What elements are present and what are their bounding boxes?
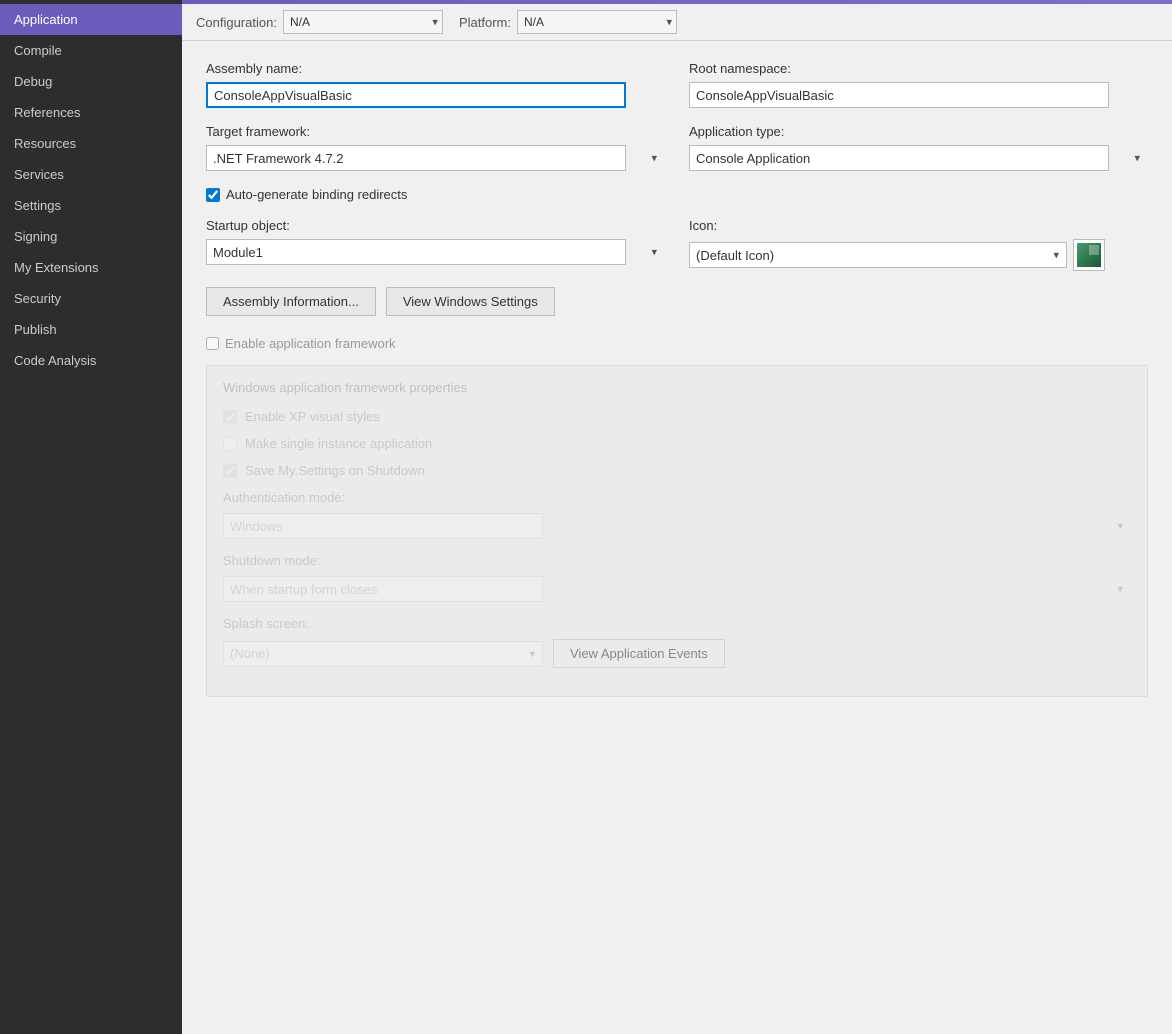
main-panel: Configuration: N/A Platform: N/A Assembl… bbox=[182, 0, 1172, 1034]
auth-mode-label: Authentication mode: bbox=[223, 490, 1131, 505]
sidebar-item-services[interactable]: Services bbox=[0, 159, 182, 190]
auth-mode-select[interactable]: Windows bbox=[223, 513, 543, 539]
view-windows-settings-button[interactable]: View Windows Settings bbox=[386, 287, 555, 316]
startup-object-select-wrapper: Module1 bbox=[206, 239, 665, 265]
application-type-group: Application type: Console Application bbox=[689, 124, 1148, 171]
platform-select[interactable]: N/A bbox=[517, 10, 677, 34]
platform-label: Platform: bbox=[459, 15, 511, 30]
single-instance-label: Make single instance application bbox=[245, 436, 432, 451]
view-application-events-button[interactable]: View Application Events bbox=[553, 639, 725, 668]
startup-object-group: Startup object: Module1 bbox=[206, 218, 665, 265]
framework-section: Windows application framework properties… bbox=[206, 365, 1148, 697]
sidebar-item-debug[interactable]: Debug bbox=[0, 66, 182, 97]
sidebar-item-application[interactable]: Application bbox=[0, 4, 182, 35]
sidebar: Application Compile Debug References Res… bbox=[0, 0, 182, 1034]
assembly-name-label: Assembly name: bbox=[206, 61, 665, 76]
auto-generate-checkbox[interactable] bbox=[206, 188, 220, 202]
splash-row: (None) View Application Events bbox=[223, 639, 1131, 668]
application-type-select-wrapper: Console Application bbox=[689, 145, 1148, 171]
application-type-select[interactable]: Console Application bbox=[689, 145, 1109, 171]
sidebar-item-my-extensions[interactable]: My Extensions bbox=[0, 252, 182, 283]
enable-framework-checkbox[interactable] bbox=[206, 337, 219, 350]
target-framework-select-wrapper: .NET Framework 4.7.2 bbox=[206, 145, 665, 171]
auth-mode-select-wrapper: Windows bbox=[223, 513, 1131, 539]
configuration-select[interactable]: N/A bbox=[283, 10, 443, 34]
splash-screen-label: Splash screen: bbox=[223, 616, 1131, 631]
auto-generate-label: Auto-generate binding redirects bbox=[226, 187, 407, 202]
enable-framework-label: Enable application framework bbox=[225, 336, 396, 351]
sidebar-item-resources[interactable]: Resources bbox=[0, 128, 182, 159]
save-settings-row: Save My.Settings on Shutdown bbox=[223, 463, 1131, 478]
framework-section-title: Windows application framework properties bbox=[223, 380, 1131, 395]
configuration-label: Configuration: bbox=[196, 15, 277, 30]
assembly-information-button[interactable]: Assembly Information... bbox=[206, 287, 376, 316]
icon-group: Icon: (Default Icon) bbox=[689, 218, 1148, 271]
icon-label: Icon: bbox=[689, 218, 1148, 233]
sidebar-item-code-analysis[interactable]: Code Analysis bbox=[0, 345, 182, 376]
save-settings-label: Save My.Settings on Shutdown bbox=[245, 463, 425, 478]
content-area: Assembly name: Root namespace: Target fr… bbox=[182, 41, 1172, 1034]
auth-mode-group: Authentication mode: Windows bbox=[223, 490, 1131, 539]
assembly-name-group: Assembly name: bbox=[206, 61, 665, 108]
sidebar-item-publish[interactable]: Publish bbox=[0, 314, 182, 345]
buttons-row: Assembly Information... View Windows Set… bbox=[206, 287, 1148, 316]
root-namespace-input[interactable] bbox=[689, 82, 1109, 108]
root-namespace-group: Root namespace: bbox=[689, 61, 1148, 108]
auto-generate-row: Auto-generate binding redirects bbox=[206, 187, 1148, 202]
startup-icon-row: Startup object: Module1 Icon: (Default I… bbox=[206, 218, 1148, 271]
shutdown-mode-select[interactable]: When startup form closes bbox=[223, 576, 543, 602]
platform-group: Platform: N/A bbox=[459, 10, 677, 34]
target-framework-group: Target framework: .NET Framework 4.7.2 bbox=[206, 124, 665, 171]
sidebar-item-compile[interactable]: Compile bbox=[0, 35, 182, 66]
save-settings-checkbox[interactable] bbox=[223, 464, 237, 478]
shutdown-mode-group: Shutdown mode: When startup form closes bbox=[223, 553, 1131, 602]
splash-screen-group: Splash screen: (None) View Application E… bbox=[223, 616, 1131, 668]
sidebar-item-references[interactable]: References bbox=[0, 97, 182, 128]
configuration-group: Configuration: N/A bbox=[196, 10, 443, 34]
splash-select-wrapper: (None) bbox=[223, 641, 543, 667]
assembly-namespace-row: Assembly name: Root namespace: bbox=[206, 61, 1148, 108]
icon-select-wrapper: (Default Icon) bbox=[689, 242, 1067, 268]
top-bar: Configuration: N/A Platform: N/A bbox=[182, 4, 1172, 41]
root-namespace-label: Root namespace: bbox=[689, 61, 1148, 76]
sidebar-item-security[interactable]: Security bbox=[0, 283, 182, 314]
enable-framework-row: Enable application framework bbox=[206, 336, 1148, 351]
platform-select-wrapper: N/A bbox=[517, 10, 677, 34]
assembly-name-input[interactable] bbox=[206, 82, 626, 108]
startup-object-label: Startup object: bbox=[206, 218, 665, 233]
startup-object-select[interactable]: Module1 bbox=[206, 239, 626, 265]
icon-preview bbox=[1073, 239, 1105, 271]
application-type-label: Application type: bbox=[689, 124, 1148, 139]
splash-screen-select[interactable]: (None) bbox=[223, 641, 543, 667]
single-instance-checkbox[interactable] bbox=[223, 437, 237, 451]
icon-select[interactable]: (Default Icon) bbox=[689, 242, 1067, 268]
xp-styles-checkbox[interactable] bbox=[223, 410, 237, 424]
configuration-select-wrapper: N/A bbox=[283, 10, 443, 34]
icon-inner bbox=[1077, 243, 1101, 267]
shutdown-mode-label: Shutdown mode: bbox=[223, 553, 1131, 568]
shutdown-mode-select-wrapper: When startup form closes bbox=[223, 576, 1131, 602]
single-instance-row: Make single instance application bbox=[223, 436, 1131, 451]
target-framework-label: Target framework: bbox=[206, 124, 665, 139]
xp-styles-label: Enable XP visual styles bbox=[245, 409, 380, 424]
sidebar-item-settings[interactable]: Settings bbox=[0, 190, 182, 221]
xp-styles-row: Enable XP visual styles bbox=[223, 409, 1131, 424]
sidebar-item-signing[interactable]: Signing bbox=[0, 221, 182, 252]
framework-apptype-row: Target framework: .NET Framework 4.7.2 A… bbox=[206, 124, 1148, 171]
target-framework-select[interactable]: .NET Framework 4.7.2 bbox=[206, 145, 626, 171]
